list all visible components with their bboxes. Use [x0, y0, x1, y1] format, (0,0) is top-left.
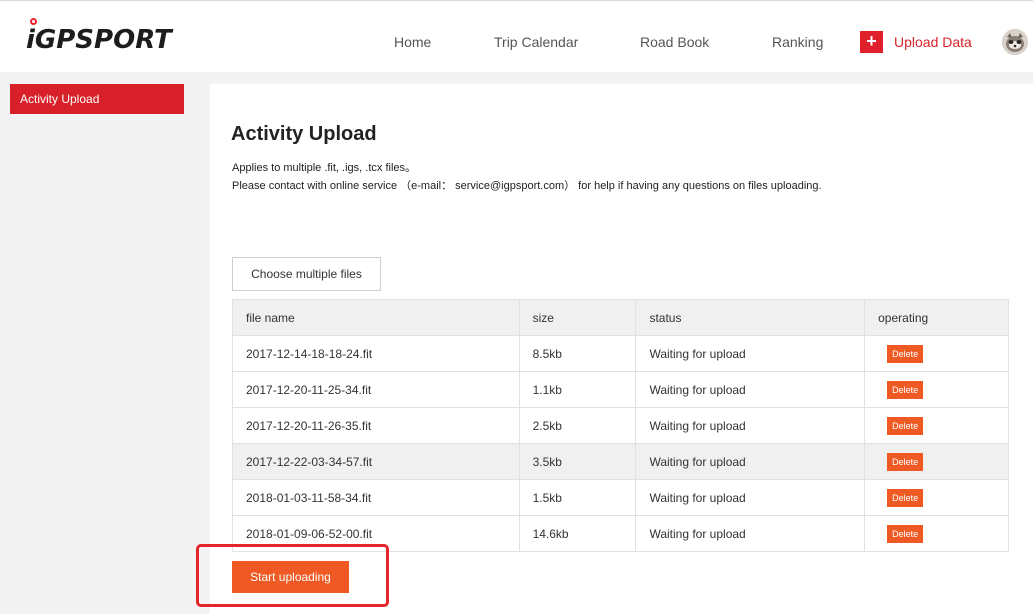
file-status-cell: Waiting for upload [635, 443, 866, 480]
file-name-cell: 2017-12-22-03-34-57.fit [232, 443, 520, 480]
file-name-cell: 2018-01-03-11-58-34.fit [232, 479, 520, 516]
file-size-cell: 14.6kb [518, 515, 637, 552]
file-status-cell: Waiting for upload [635, 407, 866, 444]
page-title: Activity Upload [231, 123, 377, 145]
operating-cell: Delete [864, 407, 1009, 444]
operating-cell: Delete [864, 335, 1009, 372]
delete-button[interactable]: Delete [887, 488, 924, 507]
operating-cell: Delete [864, 443, 1009, 480]
upload-data-button[interactable]: + Upload Data [860, 31, 972, 53]
file-size-cell: 1.5kb [518, 479, 637, 516]
delete-button[interactable]: Delete [887, 344, 924, 363]
file-status-cell: Waiting for upload [635, 371, 866, 408]
operating-cell: Delete [864, 479, 1009, 516]
nav-home[interactable]: Home [394, 34, 431, 50]
file-size-cell: 3.5kb [518, 443, 637, 480]
plus-icon: + [860, 31, 883, 53]
file-size-cell: 2.5kb [518, 407, 637, 444]
file-size-cell: 8.5kb [518, 335, 637, 372]
file-name-cell: 2017-12-14-18-18-24.fit [232, 335, 520, 372]
file-table: file name size status operating 2017-12-… [232, 299, 1009, 552]
choose-files-button[interactable]: Choose multiple files [232, 257, 381, 291]
col-header-operating: operating [864, 299, 1009, 336]
file-status-cell: Waiting for upload [635, 335, 866, 372]
nav-ranking[interactable]: Ranking [772, 34, 823, 50]
delete-button[interactable]: Delete [887, 452, 924, 471]
app-logo[interactable]: iGPSPORT [26, 25, 172, 55]
file-name-cell: 2017-12-20-11-26-35.fit [232, 407, 520, 444]
col-header-status: status [635, 299, 866, 336]
file-name-cell: 2017-12-20-11-25-34.fit [232, 371, 520, 408]
delete-button[interactable]: Delete [887, 380, 924, 399]
operating-cell: Delete [864, 515, 1009, 552]
file-status-cell: Waiting for upload [635, 515, 866, 552]
file-status-cell: Waiting for upload [635, 479, 866, 516]
operating-cell: Delete [864, 371, 1009, 408]
start-uploading-button[interactable]: Start uploading [232, 561, 349, 593]
description-contact: Please contact with online service （e-ma… [232, 180, 822, 192]
nav-road-book[interactable]: Road Book [640, 34, 709, 50]
table-row: 2018-01-03-11-58-34.fit 1.5kb Waiting fo… [232, 479, 1009, 516]
raccoon-avatar-icon [1002, 29, 1028, 55]
file-size-cell: 1.1kb [518, 371, 637, 408]
delete-button[interactable]: Delete [887, 524, 924, 543]
table-header-row: file name size status operating [232, 299, 1009, 336]
table-row: 2017-12-20-11-25-34.fit 1.1kb Waiting fo… [232, 371, 1009, 408]
nav-trip-calendar[interactable]: Trip Calendar [494, 34, 578, 50]
top-header: iGPSPORT Home Trip Calendar Road Book Ra… [0, 0, 1033, 72]
sidebar-item-activity-upload[interactable]: Activity Upload [10, 84, 184, 114]
avatar[interactable] [1002, 29, 1028, 55]
col-header-size: size [518, 299, 637, 336]
description-file-types: Applies to multiple .fit, .igs, .tcx fil… [232, 162, 417, 174]
table-row: 2017-12-20-11-26-35.fit 2.5kb Waiting fo… [232, 407, 1009, 444]
delete-button[interactable]: Delete [887, 416, 924, 435]
upload-data-label: Upload Data [894, 34, 972, 50]
table-row: 2017-12-14-18-18-24.fit 8.5kb Waiting fo… [232, 335, 1009, 372]
table-row: 2017-12-22-03-34-57.fit 3.5kb Waiting fo… [232, 443, 1009, 480]
col-header-file-name: file name [232, 299, 520, 336]
logo-dot-icon [30, 18, 37, 25]
